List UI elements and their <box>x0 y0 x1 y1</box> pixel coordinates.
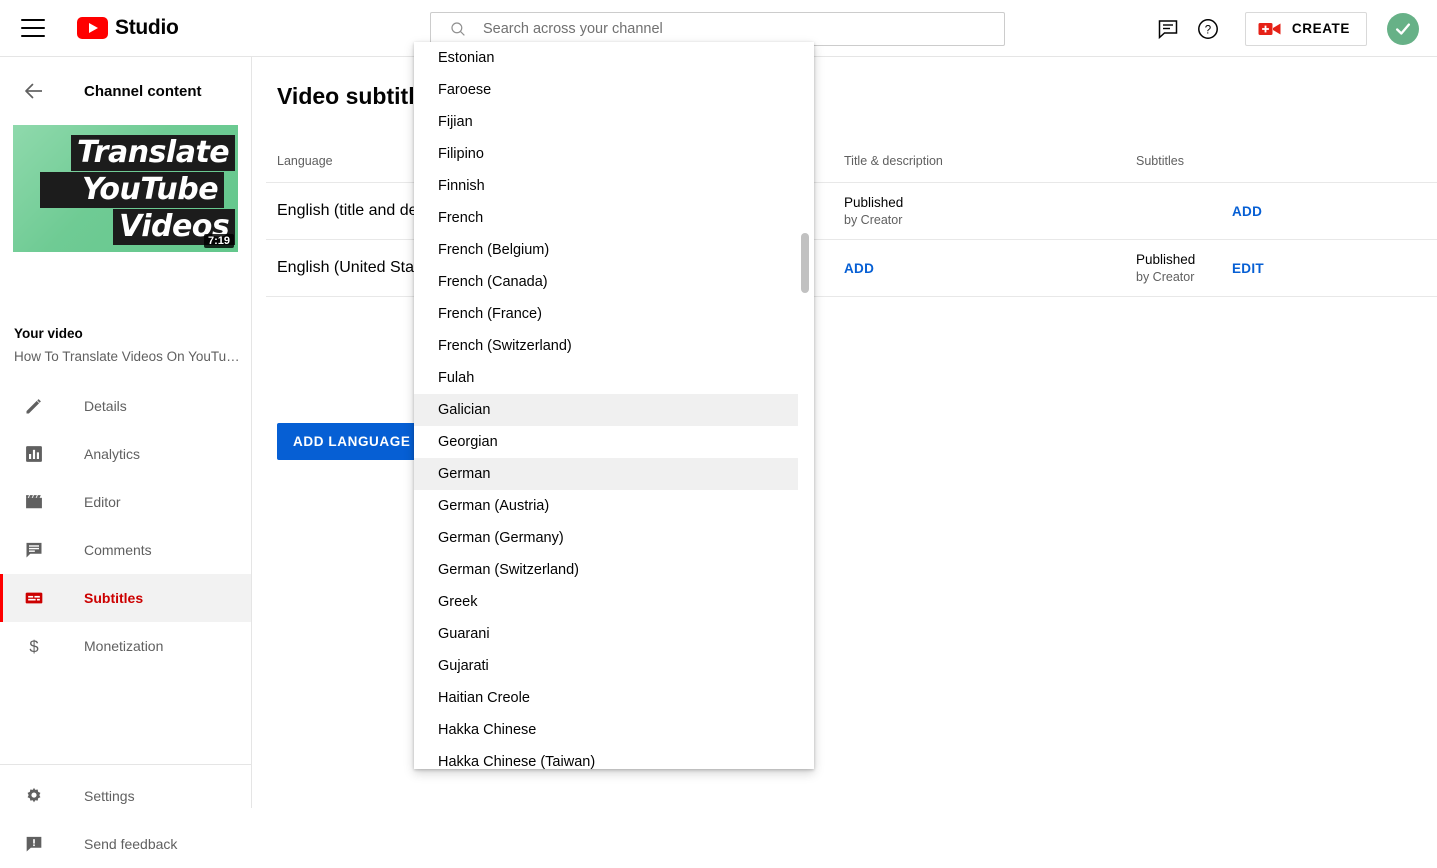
svg-text:?: ? <box>1205 24 1211 36</box>
clapperboard-icon <box>22 490 46 514</box>
dropdown-scrollbar[interactable] <box>801 42 809 769</box>
subtitles-add-link[interactable]: ADD <box>1232 204 1262 219</box>
language-option[interactable]: Hakka Chinese <box>414 714 798 746</box>
sidebar-item-settings[interactable]: Settings <box>0 772 251 820</box>
language-option[interactable]: Estonian <box>414 42 798 74</box>
channel-content-header: Channel content <box>0 57 251 125</box>
language-option[interactable]: French (France) <box>414 298 798 330</box>
video-duration-badge: 7:19 <box>203 234 234 248</box>
row-subtitles-status: Published by Creator EDIT <box>1136 251 1428 286</box>
youtube-studio-logo[interactable]: Studio <box>77 16 179 40</box>
video-thumbnail[interactable]: Translate YouTube Videos 7:19 <box>13 125 238 252</box>
status-author: by Creator <box>1136 269 1195 284</box>
language-select-dropdown[interactable]: Estonian Faroese Fijian Filipino Finnish Fren… <box>414 42 814 769</box>
sidebar-item-label: Monetization <box>84 638 164 654</box>
create-button-label: CREATE <box>1291 21 1350 36</box>
comment-lines-icon <box>22 538 46 562</box>
sidebar-item-label: Settings <box>84 788 135 804</box>
sidebar-nav: Details Analytics Editor Comments Subtit… <box>0 382 251 670</box>
channel-content-label: Channel content <box>84 82 202 100</box>
sidebar-item-label: Editor <box>84 494 121 510</box>
back-arrow-icon[interactable] <box>22 79 46 103</box>
status-author: by Creator <box>844 212 903 227</box>
sidebar-item-details[interactable]: Details <box>0 382 251 430</box>
brand-label: Studio <box>115 16 179 39</box>
subtitles-edit-link[interactable]: EDIT <box>1232 261 1264 276</box>
language-option[interactable]: French <box>414 202 798 234</box>
sidebar-item-editor[interactable]: Editor <box>0 478 251 526</box>
language-option[interactable]: Haitian Creole <box>414 682 798 714</box>
pencil-icon <box>22 394 46 418</box>
status-text: Published <box>844 194 904 210</box>
sidebar-item-label: Comments <box>84 542 152 558</box>
thumbnail-line-2: YouTube <box>40 172 225 208</box>
add-language-button[interactable]: ADD LANGUAGE <box>277 423 427 460</box>
language-option[interactable]: Guarani <box>414 618 798 650</box>
comment-icon[interactable] <box>1148 9 1188 49</box>
language-option[interactable]: German (Switzerland) <box>414 554 798 586</box>
your-video-label: Your video <box>14 326 83 341</box>
language-option[interactable]: Georgian <box>414 426 798 458</box>
status-text: Published <box>1136 251 1196 267</box>
language-option[interactable]: French (Switzerland) <box>414 330 798 362</box>
sidebar-item-monetization[interactable]: $ Monetization <box>0 622 251 670</box>
language-option[interactable]: Galician <box>414 394 798 426</box>
language-option[interactable]: Filipino <box>414 138 798 170</box>
language-option[interactable]: German (Germany) <box>414 522 798 554</box>
language-option[interactable]: Faroese <box>414 74 798 106</box>
feedback-icon <box>22 832 46 856</box>
youtube-play-icon <box>77 17 108 39</box>
sidebar-nav-bottom: Settings Send feedback <box>0 764 251 868</box>
language-option[interactable]: French (Canada) <box>414 266 798 298</box>
language-option[interactable]: Fijian <box>414 106 798 138</box>
dollar-sign-icon: $ <box>22 634 46 658</box>
create-button[interactable]: CREATE <box>1244 11 1367 46</box>
gear-icon <box>22 784 46 808</box>
subtitles-icon <box>22 586 46 610</box>
sidebar-item-label: Send feedback <box>84 836 178 852</box>
search-input[interactable] <box>483 21 963 37</box>
hamburger-menu-icon[interactable] <box>21 19 45 37</box>
sidebar-item-label: Subtitles <box>84 590 144 606</box>
sidebar-item-label: Analytics <box>84 446 141 462</box>
bar-chart-icon <box>22 442 46 466</box>
svg-text:$: $ <box>29 637 38 656</box>
sidebar-item-analytics[interactable]: Analytics <box>0 430 251 478</box>
search-icon <box>451 22 465 36</box>
header-actions: ? CREATE <box>1148 0 1419 57</box>
sidebar-item-send-feedback[interactable]: Send feedback <box>0 820 251 868</box>
row-subtitles-status: ADD <box>1136 204 1428 219</box>
language-option[interactable]: French (Belgium) <box>414 234 798 266</box>
sidebar-item-subtitles[interactable]: Subtitles <box>0 574 251 622</box>
avatar[interactable] <box>1387 12 1419 45</box>
language-option[interactable]: Greek <box>414 586 798 618</box>
search-bar[interactable] <box>430 12 1005 46</box>
language-option[interactable]: German <box>414 458 798 490</box>
column-header-title-description: Title & description <box>844 154 943 168</box>
video-title: How To Translate Videos On YouTub… <box>14 349 242 364</box>
sidebar-item-comments[interactable]: Comments <box>0 526 251 574</box>
row-title-status: ADD <box>844 261 1136 276</box>
language-option[interactable]: Gujarati <box>414 650 798 682</box>
language-option[interactable]: Fulah <box>414 362 798 394</box>
dropdown-scrollbar-thumb[interactable] <box>801 233 809 293</box>
sidebar-item-label: Details <box>84 398 127 414</box>
video-camera-icon <box>1258 22 1281 35</box>
title-add-link[interactable]: ADD <box>844 261 1136 276</box>
language-option-list: Estonian Faroese Fijian Filipino Finnish Fren… <box>414 42 814 769</box>
check-icon <box>1396 23 1410 35</box>
subtitles-status-wrap: Published by Creator <box>1136 251 1232 286</box>
help-circle-icon[interactable]: ? <box>1188 9 1228 49</box>
row-title-status: Published by Creator <box>844 194 1136 229</box>
language-option[interactable]: Finnish <box>414 170 798 202</box>
column-header-subtitles: Subtitles <box>1136 154 1184 168</box>
language-option[interactable]: Hakka Chinese (Taiwan) <box>414 746 798 769</box>
language-option[interactable]: German (Austria) <box>414 490 798 522</box>
thumbnail-line-1: Translate <box>71 135 236 171</box>
left-sidebar: Channel content Translate YouTube Videos… <box>0 57 252 852</box>
